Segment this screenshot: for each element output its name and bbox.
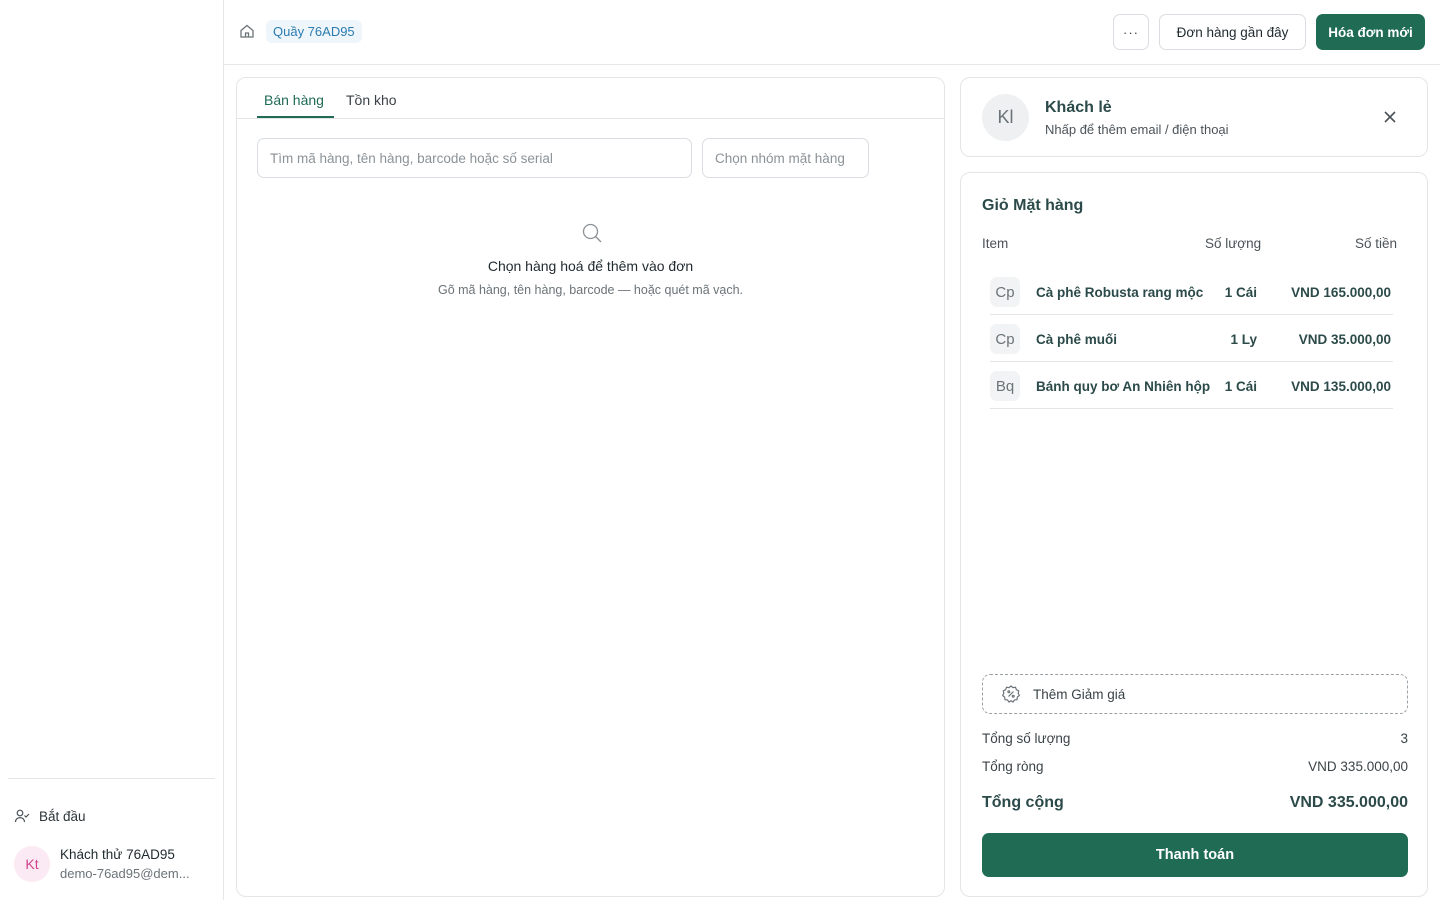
grand-total-label: Tổng cộng	[982, 794, 1064, 811]
item-amount: VND 165.000,00	[1291, 285, 1391, 300]
add-discount-label: Thêm Giảm giá	[1033, 686, 1126, 702]
store-badge[interactable]: Quầy 76AD95	[266, 20, 362, 43]
sidebar-divider	[8, 778, 215, 779]
new-invoice-button[interactable]: Hóa đơn mới	[1316, 14, 1425, 50]
top-bar: Quầy 76AD95 ··· Đơn hàng gần đây Hóa đơn…	[224, 0, 1440, 65]
recent-orders-button[interactable]: Đơn hàng gần đây	[1159, 14, 1306, 50]
tab-bar: Bán hàng Tồn kho	[237, 78, 944, 119]
net-total-row: Tổng ròng VND 335.000,00	[982, 759, 1408, 774]
product-group-select[interactable]	[702, 138, 869, 178]
user-profile[interactable]: Kt Khách thử 76AD95 demo-76ad95@dem...	[14, 846, 200, 882]
customer-name: Khách lẻ	[1045, 99, 1112, 116]
product-panel: Bán hàng Tồn kho Chọn hàng hoá để thêm v…	[236, 77, 945, 897]
item-amount: VND 35.000,00	[1298, 332, 1391, 347]
cart-items: Cp Cà phê Robusta rang mộc 1 Cái VND 165…	[990, 268, 1393, 409]
item-qty: 1 Cái	[1224, 285, 1257, 300]
search-icon	[582, 223, 602, 243]
item-thumbnail: Bq	[990, 371, 1020, 401]
total-quantity-label: Tổng số lượng	[982, 731, 1071, 746]
column-header-amount: Số tiền	[1354, 236, 1397, 251]
close-icon[interactable]	[1382, 109, 1398, 125]
cart-title: Giỏ Mặt hàng	[982, 197, 1084, 214]
item-thumbnail: Cp	[990, 277, 1020, 307]
item-qty: 1 Ly	[1230, 332, 1257, 347]
avatar: Kt	[14, 846, 50, 882]
item-qty: 1 Cái	[1224, 379, 1257, 394]
checkout-button[interactable]: Thanh toán	[982, 833, 1408, 877]
cart-item-row[interactable]: Cp Cà phê Robusta rang mộc 1 Cái VND 165…	[990, 268, 1393, 315]
item-name: Bánh quy bơ An Nhiên hộp	[1036, 379, 1210, 394]
grand-total-row: Tổng cộng VND 335.000,00	[982, 794, 1408, 812]
cart-panel: Giỏ Mặt hàng Item Số lượng Số tiền Cp Cà…	[960, 172, 1428, 897]
active-tab-indicator	[257, 116, 334, 118]
user-email: demo-76ad95@dem...	[60, 866, 190, 881]
grand-total-value: VND 335.000,00	[1289, 794, 1408, 811]
total-quantity-row: Tổng số lượng 3	[982, 731, 1408, 746]
cart-item-row[interactable]: Bq Bánh quy bơ An Nhiên hộp 1 Cái VND 13…	[990, 362, 1393, 409]
item-name: Cà phê muối	[1036, 332, 1118, 347]
item-name: Cà phê Robusta rang mộc	[1036, 285, 1204, 300]
item-thumbnail: Cp	[990, 324, 1020, 354]
column-header-qty: Số lượng	[1205, 236, 1262, 251]
user-check-icon	[14, 809, 30, 823]
tab-sales[interactable]: Bán hàng	[264, 92, 324, 108]
product-search-input[interactable]	[257, 138, 692, 178]
empty-state-subtitle: Gõ mã hàng, tên hàng, barcode — hoặc qué…	[437, 283, 744, 297]
customer-card[interactable]: Kl Khách lẻ Nhấp để thêm email / điện th…	[960, 77, 1428, 157]
home-icon[interactable]	[238, 22, 256, 40]
tab-inventory[interactable]: Tồn kho	[346, 92, 397, 108]
sidebar-item-start[interactable]: Bắt đầu	[14, 808, 86, 824]
discount-badge-icon	[1001, 685, 1021, 703]
user-name: Khách thử 76AD95	[60, 847, 175, 862]
column-header-item: Item	[982, 236, 1009, 251]
more-button[interactable]: ···	[1113, 14, 1149, 50]
total-quantity-value: 3	[1400, 731, 1408, 746]
net-total-label: Tổng ròng	[982, 759, 1044, 774]
customer-hint: Nhấp để thêm email / điện thoại	[1045, 122, 1229, 137]
net-total-value: VND 335.000,00	[1308, 759, 1408, 774]
add-discount-button[interactable]: Thêm Giảm giá	[982, 674, 1408, 714]
sidebar: Bắt đầu Kt Khách thử 76AD95 demo-76ad95@…	[0, 0, 224, 900]
item-amount: VND 135.000,00	[1291, 379, 1391, 394]
sidebar-item-label: Bắt đầu	[39, 808, 86, 824]
empty-state-title: Chọn hàng hoá để thêm vào đơn	[487, 258, 694, 274]
cart-item-row[interactable]: Cp Cà phê muối 1 Ly VND 35.000,00	[990, 315, 1393, 362]
customer-avatar: Kl	[982, 94, 1029, 141]
